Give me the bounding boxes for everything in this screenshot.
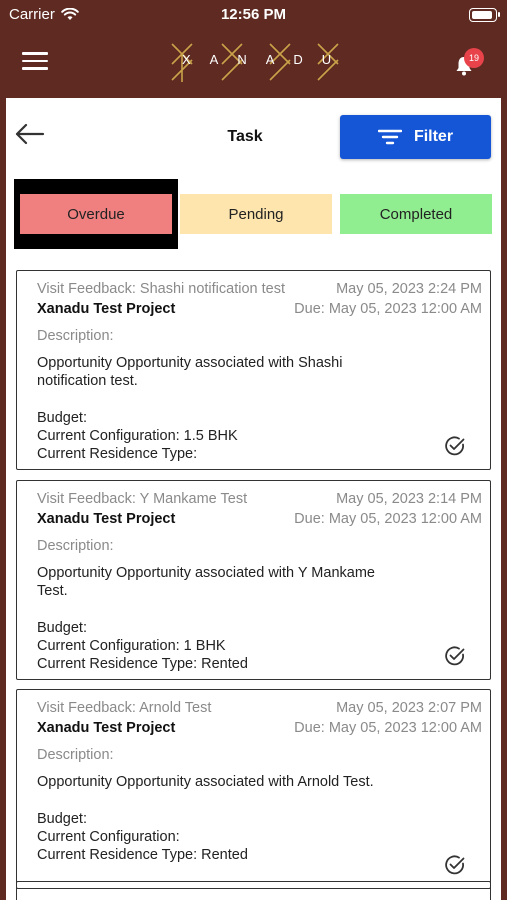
budget: Budget: [37, 620, 87, 636]
back-button[interactable] [14, 122, 46, 146]
task-project: Xanadu Test Project [37, 720, 176, 736]
logo-text: XANADU [182, 52, 351, 67]
hamburger-menu-button[interactable] [22, 52, 48, 74]
check-circle-icon[interactable] [444, 435, 466, 457]
filter-label: Filter [413, 128, 454, 145]
task-title: Visit Feedback: Arnold Test [37, 700, 212, 716]
description-label: Description: [37, 538, 114, 554]
budget: Budget: [37, 811, 87, 827]
description-line-2: Test. [37, 583, 68, 599]
tab-overdue[interactable]: Overdue [14, 179, 178, 249]
tab-completed-label: Completed [379, 205, 453, 223]
task-title: Visit Feedback: Shashi notification test [37, 281, 285, 297]
task-card[interactable]: Visit Feedback: Arnold Test May 05, 2023… [16, 689, 491, 889]
current-residence-type: Current Residence Type: Rented [37, 656, 248, 672]
status-time: 12:56 PM [220, 6, 287, 23]
battery-icon [469, 8, 500, 22]
description-line-2: notification test. [37, 373, 138, 389]
current-residence-type: Current Residence Type: Rented [37, 847, 248, 863]
check-circle-icon[interactable] [444, 854, 466, 876]
description-line-1: Opportunity Opportunity associated with … [37, 355, 343, 371]
current-configuration: Current Configuration: [37, 829, 180, 845]
filter-icon [377, 129, 402, 145]
description-label: Description: [37, 747, 114, 763]
current-configuration: Current Configuration: 1 BHK [37, 638, 226, 654]
task-datetime: May 05, 2023 2:07 PM [336, 700, 482, 716]
tab-overdue-label: Overdue [67, 205, 125, 223]
status-bar: Carrier 12:56 PM [0, 0, 507, 30]
app-header: XANADU 19 [0, 30, 507, 98]
task-card[interactable]: Visit Feedback: Y Mankame Test May 05, 2… [16, 480, 491, 680]
task-datetime: May 05, 2023 2:24 PM [336, 281, 482, 297]
task-card[interactable]: Visit Feedback: Shashi notification test… [16, 270, 491, 470]
budget: Budget: [37, 410, 87, 426]
notifications-button[interactable]: 19 [452, 48, 486, 80]
description-label: Description: [37, 328, 114, 344]
task-due: Due: May 05, 2023 12:00 AM [294, 511, 482, 527]
current-configuration: Current Configuration: 1.5 BHK [37, 428, 238, 444]
check-circle-icon[interactable] [444, 645, 466, 667]
tab-pending-label: Pending [228, 205, 284, 223]
notification-count-badge: 19 [464, 48, 484, 68]
tab-pending[interactable]: Pending [180, 194, 332, 234]
task-title: Visit Feedback: Y Mankame Test [37, 491, 248, 507]
arrow-left-icon [15, 123, 45, 145]
tab-completed[interactable]: Completed [340, 194, 492, 234]
description-line-1: Opportunity Opportunity associated with … [37, 774, 374, 790]
page-title: Task [227, 128, 263, 145]
task-panel: Task Filter Overdue Pending Completed Vi… [6, 98, 501, 900]
task-due: Due: May 05, 2023 12:00 AM [294, 301, 482, 317]
task-card-partial[interactable] [16, 881, 491, 900]
filter-button[interactable]: Filter [340, 115, 491, 159]
xanadu-logo: XANADU [170, 42, 340, 84]
task-datetime: May 05, 2023 2:14 PM [336, 491, 482, 507]
task-project: Xanadu Test Project [37, 301, 176, 317]
current-residence-type: Current Residence Type: [37, 446, 198, 462]
description-line-1: Opportunity Opportunity associated with … [37, 565, 375, 581]
task-project: Xanadu Test Project [37, 511, 176, 527]
task-due: Due: May 05, 2023 12:00 AM [294, 720, 482, 736]
